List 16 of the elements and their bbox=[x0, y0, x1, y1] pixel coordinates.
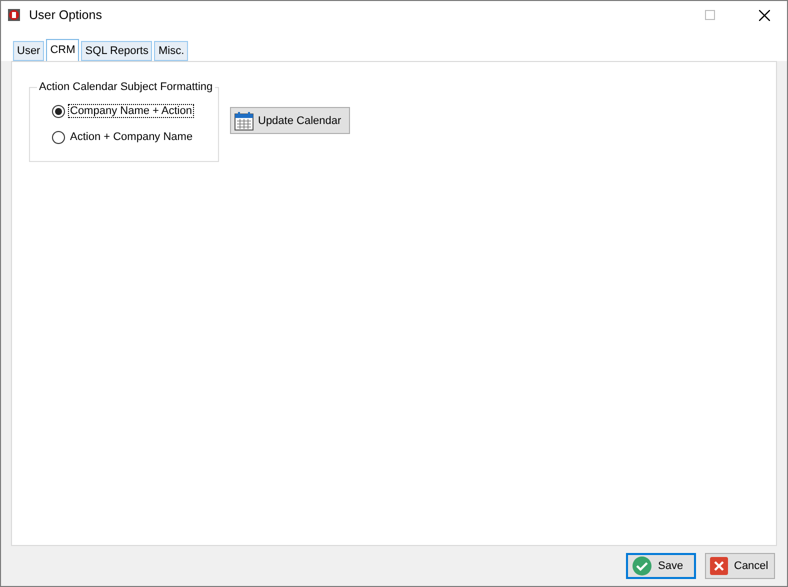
radio-option[interactable]: Action + Company Name bbox=[52, 130, 218, 144]
tab[interactable]: User bbox=[13, 41, 44, 61]
tab[interactable]: SQL Reports bbox=[81, 41, 152, 61]
tab[interactable]: CRM bbox=[46, 39, 80, 61]
update-calendar-button[interactable]: Update Calendar bbox=[230, 107, 350, 134]
cancel-button[interactable]: Cancel bbox=[705, 553, 775, 579]
calendar-icon bbox=[234, 110, 254, 130]
maximize-icon bbox=[705, 10, 715, 20]
window-title: User Options bbox=[29, 8, 103, 22]
save-button[interactable]: Save bbox=[626, 553, 696, 579]
app-icon bbox=[7, 8, 21, 22]
group-title: Action Calendar Subject Formatting bbox=[37, 81, 215, 93]
cross-icon bbox=[710, 557, 728, 575]
close-icon bbox=[758, 10, 770, 20]
checkmark-icon bbox=[632, 556, 652, 576]
tab[interactable]: Misc. bbox=[154, 41, 188, 61]
